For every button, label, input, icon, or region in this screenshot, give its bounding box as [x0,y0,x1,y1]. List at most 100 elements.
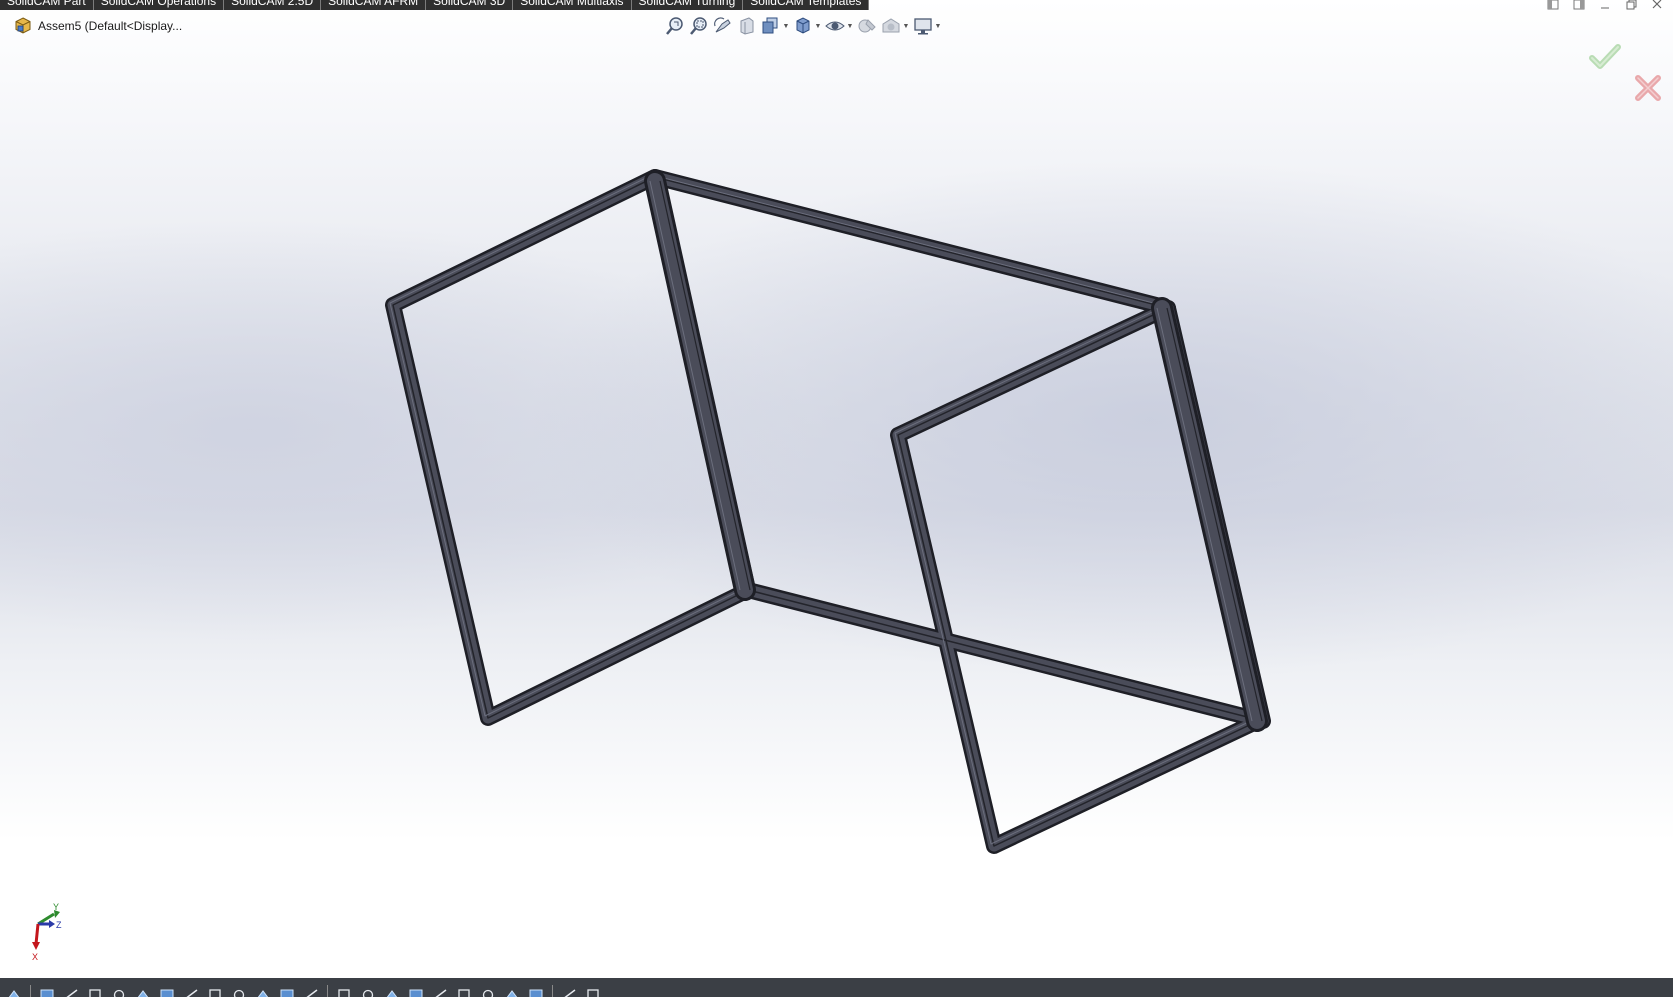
tab-solidcam-turning[interactable]: SolidCAM Turning [632,0,744,10]
cosmetic-thread-button[interactable] [432,987,448,997]
chevron-down-icon: ▼ [846,22,854,30]
note-button[interactable] [384,987,400,997]
arc-button[interactable] [135,987,151,997]
table-icon [482,989,494,997]
image-icon [506,990,518,997]
edit-appearance-icon [858,19,876,33]
apply-scene-button[interactable]: ▼ [880,15,910,37]
section-view-icon [740,17,754,35]
spline-button[interactable] [159,987,175,997]
close-icon [1652,0,1662,9]
chevron-down-icon: ▼ [814,22,822,30]
fix-button[interactable] [360,987,376,997]
smart-dimension-icon [40,989,54,997]
fix-icon [362,989,374,997]
cancel-button[interactable] [1633,73,1663,103]
triad-y-label: Y [53,902,59,912]
toolbar-separator [552,985,553,997]
tab-solidcam-multiaxis[interactable]: SolidCAM Multiaxis [513,0,632,10]
smart-dimension-button[interactable] [39,987,55,997]
hole-wizard-icon [458,989,470,997]
zoom-to-fit-button[interactable] [664,15,686,37]
display-style-button[interactable]: ▼ [792,15,822,37]
x-icon [1635,75,1661,101]
previous-view-icon [714,17,731,33]
chevron-down-icon: ▼ [902,22,910,30]
move-button[interactable] [303,987,319,997]
hide-show-items-button[interactable]: ▼ [824,15,854,37]
tab-solidcam-templates[interactable]: SolidCAM Templates [743,0,870,10]
tile-right-icon [1573,0,1585,10]
layout-button[interactable] [561,987,577,997]
tile-right-button[interactable] [1571,0,1587,12]
rectangle-icon [89,989,101,997]
arc-icon [137,990,149,997]
section-view-button[interactable] [736,15,758,37]
convert-entities-button[interactable] [207,987,223,997]
minimize-button[interactable] [1597,0,1613,12]
solidcam-tabs: SolidCAM Part SolidCAM Operations SolidCAM… [0,0,870,10]
more-button[interactable] [585,987,601,997]
rectangle-button[interactable] [87,987,103,997]
pie-icon [529,989,543,997]
line-icon [66,989,78,997]
reference-triad: Y Z X [22,902,70,962]
mirror-button[interactable] [255,987,271,997]
image-button[interactable] [504,987,520,997]
linear-pattern-icon [280,989,294,997]
linear-pattern-button[interactable] [279,987,295,997]
restore-icon [1626,0,1637,10]
view-orientation-icon [762,17,778,34]
apply-scene-icon [882,18,900,33]
tile-left-icon [1547,0,1559,10]
trim-button[interactable] [183,987,199,997]
tab-solidcam-part[interactable]: SolidCAM Part [0,0,94,10]
offset-icon [233,989,245,997]
note-icon [386,990,398,997]
tile-left-button[interactable] [1545,0,1561,12]
tab-solidcam-2-5d[interactable]: SolidCAM 2.5D [224,0,322,10]
offset-button[interactable] [231,987,247,997]
chevron-down-icon: ▼ [782,22,790,30]
heads-up-view-toolbar: ▼ ▼ ▼ ▼ ▼ [664,15,942,37]
previous-view-button[interactable] [712,15,734,37]
edit-appearance-button[interactable] [856,15,878,37]
hole-wizard-button[interactable] [456,987,472,997]
line-button[interactable] [63,987,79,997]
minimize-icon [1601,7,1609,9]
triad-z-label: Z [56,920,62,930]
zoom-to-fit-icon [666,17,683,35]
document-title: Assem5 (Default<Display... [38,19,183,33]
pie-button[interactable] [528,987,544,997]
move-icon [306,989,318,997]
display-style-icon [796,17,810,34]
close-button[interactable] [1649,0,1665,12]
text-button[interactable] [408,987,424,997]
more-icon [587,989,599,997]
circle-button[interactable] [111,987,127,997]
confirm-button[interactable] [1589,42,1621,72]
document-breadcrumb[interactable]: Assem5 (Default<Display... [14,17,182,35]
table-button[interactable] [480,987,496,997]
toolbar-separator [327,985,328,997]
zoom-to-area-button[interactable] [688,15,710,37]
view-settings-button[interactable]: ▼ [912,15,942,37]
assembly-icon [15,17,31,34]
convert-entities-icon [209,989,221,997]
relations-button[interactable] [336,987,352,997]
triad-x-label: X [32,952,38,962]
checkmark-icon [1589,44,1621,69]
frame-assembly-model[interactable] [0,0,1673,978]
tab-solidcam-operations[interactable]: SolidCAM Operations [94,0,225,10]
window-controls [1545,0,1665,12]
view-orientation-button[interactable]: ▼ [760,15,790,37]
layout-icon [564,989,576,997]
circle-icon [113,989,125,997]
tab-solidcam-afrm[interactable]: SolidCAM AFRM [321,0,427,10]
sketch-button[interactable] [6,987,22,997]
restore-button[interactable] [1623,0,1639,12]
zoom-to-area-icon [690,17,707,35]
trim-icon [186,989,198,997]
view-settings-icon [914,18,932,35]
tab-solidcam-3d[interactable]: SolidCAM 3D [426,0,514,10]
